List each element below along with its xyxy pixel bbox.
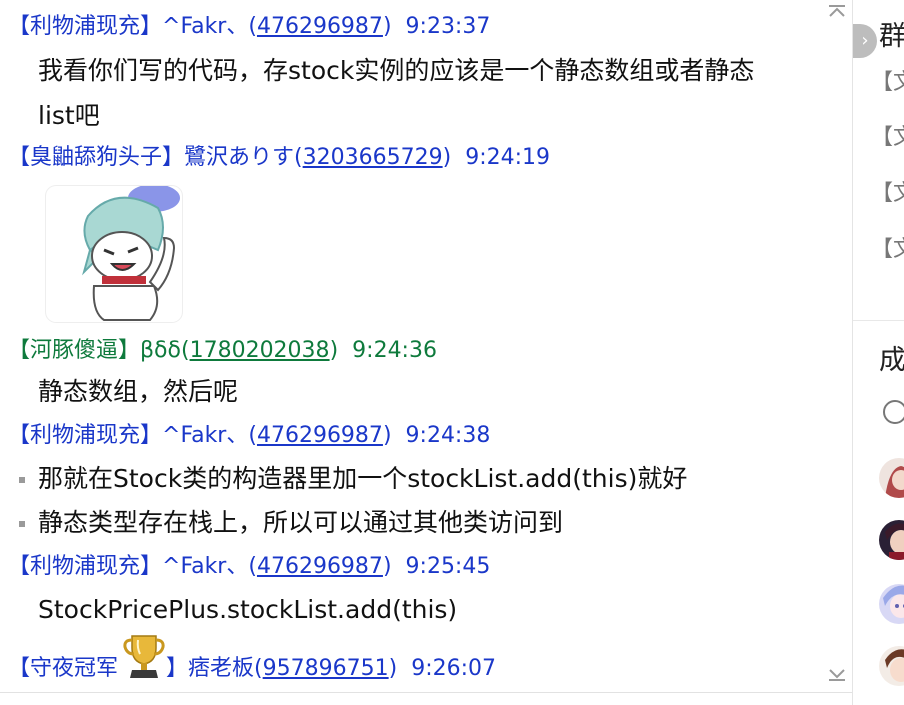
file-item[interactable]: 【文 [871, 64, 904, 96]
sender-name[interactable]: ^Fakr、 [162, 14, 248, 39]
message-header: 【河豚傻逼】βδδ(1780202038) 9:24:36 [8, 338, 437, 363]
search-icon[interactable] [883, 400, 904, 424]
avatar[interactable] [879, 584, 904, 624]
chevron-right-icon[interactable]: › [853, 24, 877, 58]
chat-message-area[interactable]: 【利物浦现充】^Fakr、(476296987) 9:23:37 我看你们写的代码… [0, 0, 852, 692]
message-header: 【守夜冠军 】痞老板(957896751) 9:26:07 [8, 656, 497, 681]
avatar[interactable] [879, 520, 904, 560]
members-title: 成 [879, 345, 904, 376]
message-time: 9:24:36 [352, 338, 437, 363]
avatar[interactable] [879, 646, 904, 686]
message-time: 9:25:45 [405, 554, 491, 579]
message-time: 9:26:07 [411, 656, 497, 681]
sender-name[interactable]: ^Fakr、 [162, 423, 248, 448]
bullet-marker [19, 521, 25, 527]
sender-qq-link[interactable]: 3203665729 [303, 145, 443, 170]
input-divider [0, 692, 852, 693]
message-text: 那就在Stock类的构造器里加一个stockList.add(this)就好 [38, 464, 688, 493]
sender-title: 【守夜冠军 [8, 656, 119, 681]
bullet-marker [19, 477, 25, 483]
message-time: 9:24:19 [465, 145, 551, 170]
right-side-panel: › 群 【文 【文 【文 【文 成 [852, 0, 904, 705]
sender-qq-link[interactable]: 476296987 [257, 14, 383, 39]
panel-divider [853, 320, 904, 321]
message-header: 【利物浦现充】^Fakr、(476296987) 9:23:37 [8, 14, 491, 39]
message-text: 静态数组，然后呢 [38, 377, 239, 406]
sender-title: 【利物浦现充】 [8, 14, 163, 39]
message-header: 【利物浦现充】^Fakr、(476296987) 9:25:45 [8, 554, 491, 579]
chevron-up-icon[interactable] [826, 4, 848, 20]
message-time: 9:24:38 [405, 423, 491, 448]
sender-qq-link[interactable]: 476296987 [257, 554, 383, 579]
message-text: 我看你们写的代码，存stock实例的应该是一个静态数组或者静态 [38, 56, 755, 85]
chevron-down-icon[interactable] [826, 668, 848, 684]
message-text: 静态类型存在栈上，所以可以通过其他类访问到 [38, 508, 564, 537]
message-header: 【利物浦现充】^Fakr、(476296987) 9:24:38 [8, 423, 491, 448]
message-header: 【臭鼬舔狗头子】鷺沢ありす(3203665729) 9:24:19 [8, 145, 551, 170]
sender-qq-link[interactable]: 476296987 [257, 423, 383, 448]
sender-name[interactable]: 鷺沢ありす [184, 145, 294, 170]
file-item[interactable]: 【文 [871, 119, 904, 151]
sender-qq-link[interactable]: 957896751 [263, 656, 389, 681]
message-text: list吧 [38, 101, 100, 130]
anime-sticker-icon [82, 186, 180, 321]
sender-qq-link[interactable]: 1780202038 [190, 338, 330, 363]
sender-title: 【河豚傻逼】 [8, 338, 141, 363]
sender-name[interactable]: ^Fakr、 [162, 554, 248, 579]
sender-title-close: 】 [166, 656, 189, 681]
sender-title: 【臭鼬舔狗头子】 [8, 145, 185, 170]
message-text: StockPricePlus.stockList.add(this) [38, 595, 458, 624]
sender-name[interactable]: βδδ [140, 338, 181, 363]
sticker-image[interactable] [46, 186, 182, 322]
sender-title: 【利物浦现充】 [8, 554, 163, 579]
file-item[interactable]: 【文 [871, 175, 904, 207]
group-notice-title: 群 [879, 21, 904, 52]
sender-name[interactable]: 痞老板 [188, 656, 254, 681]
trophy-icon [122, 632, 166, 682]
avatar[interactable] [879, 458, 904, 498]
file-item[interactable]: 【文 [871, 231, 904, 263]
message-time: 9:23:37 [405, 14, 491, 39]
sender-title: 【利物浦现充】 [8, 423, 163, 448]
